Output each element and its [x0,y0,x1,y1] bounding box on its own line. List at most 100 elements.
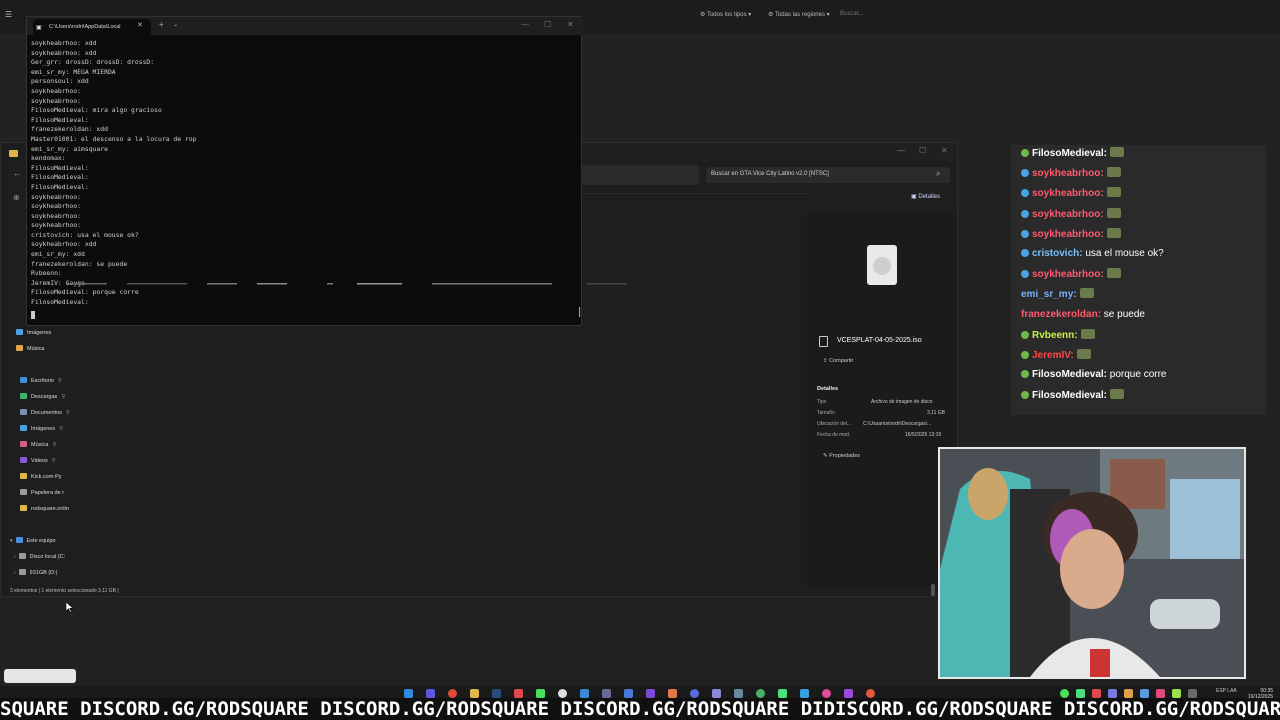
nav-item-documentos[interactable]: Documentos ⚲ [20,409,70,416]
terminal-line: soykheabrhoo: [31,211,82,220]
videos-icon [20,457,27,463]
filter-types-dropdown[interactable]: ⚙ Todos los tipos ▾ [700,11,751,18]
minimize-icon[interactable]: — [897,146,905,155]
notification-bubble[interactable] [4,669,76,683]
app-icon[interactable] [668,689,677,698]
app-icon[interactable] [778,689,787,698]
prop-value: 3,11 GB [927,410,945,416]
maximize-icon[interactable]: ☐ [544,20,551,29]
chrome-icon[interactable] [866,689,875,698]
nav-item-escritorio[interactable]: Escritorio ⚲ [20,377,62,384]
start-icon[interactable] [404,689,413,698]
chat-username: FilosoMedieval: [1032,390,1108,402]
terminal-line: soykheabrhoo: xdd [31,240,97,249]
menu-icon[interactable]: ☰ [5,10,12,19]
chat-emote-icon [1106,187,1121,198]
chat-message: cristovich: usa el mouse ok? [1021,248,1164,259]
nav-item-descargas[interactable]: Descargas ⚲ [20,393,65,400]
folder-icon [20,473,27,479]
chat-badge-icon [1021,209,1029,218]
background-search-input[interactable]: Buscar... [840,11,863,17]
close-icon[interactable]: ✕ [567,20,574,29]
glitch-line [67,283,627,285]
nav-label: Videos [31,458,48,464]
tray-icon[interactable] [1140,689,1149,698]
prop-key: Tipo [817,399,827,405]
app-icon[interactable] [602,689,611,698]
copilot-icon[interactable] [426,689,435,698]
app-icon[interactable] [514,689,523,698]
obs-icon[interactable] [558,689,567,698]
close-tab-icon[interactable]: ✕ [137,21,143,29]
discord-icon[interactable] [690,689,699,698]
tray-icon[interactable] [1172,689,1181,698]
terminal-line: soykheabrhoo: [31,96,82,105]
terminal-line: Master01001: el descenso a la locura de … [31,134,197,143]
share-button[interactable]: ⇪ Compartir [823,358,853,364]
address-bar[interactable] [581,165,699,185]
new-tab-icon[interactable]: + [159,20,164,29]
nav-item-kick[interactable]: Kick.com-Py [20,473,62,480]
app-icon[interactable] [580,689,589,698]
chat-badge-icon [1021,249,1029,257]
chrome-icon[interactable] [448,689,457,698]
scrollbar[interactable] [931,584,935,596]
tray-icon[interactable] [1092,689,1101,698]
terminal-tab[interactable]: C:\Users\rodri\AppData\Local [33,19,151,35]
keyboard-layout[interactable]: ESP LAA [1216,688,1237,694]
app-icon[interactable] [624,689,633,698]
chat-message: FilosoMedieval: porque corre [1021,369,1167,380]
nav-item-disco-c[interactable]: › Disco local (C: [14,553,65,560]
terminal-line: FilosoMedieval: [31,115,89,124]
app-icon[interactable] [756,689,765,698]
filter-regions-dropdown[interactable]: ⚙ Todas las regiones ▾ [768,11,830,18]
app-icon[interactable] [800,689,809,698]
app-icon[interactable] [734,689,743,698]
app-icon[interactable] [712,689,721,698]
nav-item-este-equipo[interactable]: ▾ Este equipo [10,537,56,544]
chevron-down-icon[interactable]: ⌄ [173,21,178,28]
kick-icon[interactable] [536,689,545,698]
nav-item-videos[interactable]: Videos ⚲ [20,457,56,464]
explorer-search-input[interactable]: Buscar en GTA Vice City Latino v2.0 [NTS… [706,167,950,183]
explorer-titlebar: — ☐ ✕ [581,143,957,161]
chat-emote-icon [1106,167,1121,178]
scrollbar[interactable] [579,307,580,317]
tray-icon[interactable] [1188,689,1197,698]
app-icon[interactable] [822,689,831,698]
tray-icon[interactable] [1060,689,1069,698]
tray-icon[interactable] [1076,689,1085,698]
properties-button[interactable]: ✎ Propiedades [823,453,860,459]
nav-item-disco-d[interactable]: › 931GB (D:) [14,569,58,576]
nav-item-musica-top[interactable]: Música [16,345,44,352]
documents-icon [20,409,27,415]
maximize-icon[interactable]: ☐ [919,146,926,155]
nav-label: Imágenes [27,330,52,336]
terminal-output[interactable]: soykheabrhoo: xdd soykheabrhoo: xdd Ger_gr… [31,39,579,308]
terminal-line: emi_sr_my: MEGA MIERDA [31,67,116,76]
nav-item-rodsquare[interactable]: rodsquare.onlin [20,505,69,512]
disc-image-file-icon [867,245,897,285]
chat-message: JeremIV: [1021,349,1091,361]
back-arrow-icon[interactable]: ← [13,169,21,178]
close-icon[interactable]: ✕ [941,146,948,155]
nav-item-imagenes-top[interactable]: Imágenes [16,329,51,336]
search-icon[interactable]: ⌕ [936,169,940,179]
app-icon[interactable] [844,689,853,698]
tray-icon[interactable] [1108,689,1117,698]
nav-item-imagenes[interactable]: Imágenes ⚲ [20,425,63,432]
nav-item-papelera[interactable]: Papelera de r [20,489,64,496]
details-button[interactable]: ▣ Detalles [911,193,940,200]
explorer-status-bar: 3 elementos | 1 elemento seleccionado 3,… [10,588,119,594]
file-explorer-icon[interactable] [470,689,479,698]
chat-badge-icon [1021,351,1029,359]
steam-icon[interactable] [492,689,501,698]
tray-icon[interactable] [1156,689,1165,698]
tray-icon[interactable] [1124,689,1133,698]
pin-icon: ⚲ [51,458,56,464]
nav-item-musica[interactable]: Música ⚲ [20,441,56,448]
minimize-icon[interactable]: — [521,20,529,29]
new-item-icon[interactable]: ⊕ [13,193,20,202]
terminal-line: cristovich: usa el mouse ok? [31,230,139,239]
visual-studio-icon[interactable] [646,689,655,698]
